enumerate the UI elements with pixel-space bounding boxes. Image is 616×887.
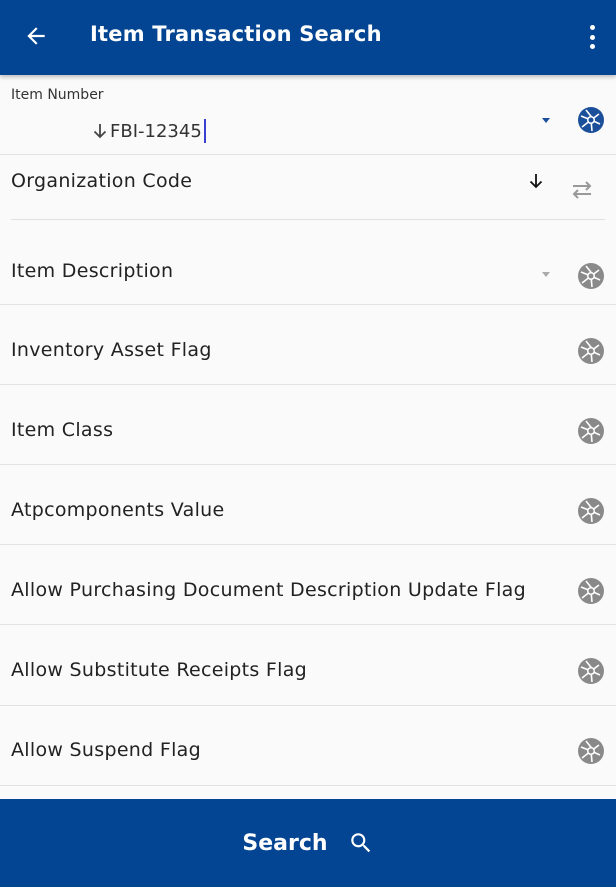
arrow-down-icon (93, 124, 107, 139)
atpcomponents-value-field[interactable]: Atpcomponents Value (0, 465, 616, 545)
allow-suspend-flag-label: Allow Suspend Flag (11, 739, 201, 761)
text-cursor (203, 119, 206, 143)
item-class-field[interactable]: Item Class (0, 385, 616, 465)
back-button[interactable] (22, 22, 50, 50)
search-form: Item Number FBI-12345 Organization Code … (0, 75, 616, 786)
item-number-input[interactable]: FBI-12345 (92, 119, 206, 143)
organization-code-field[interactable]: Organization Code Item Description (0, 155, 616, 305)
inventory-asset-flag-label: Inventory Asset Flag (11, 339, 212, 361)
allow-substitute-receipts-flag-scan-icon[interactable] (577, 657, 605, 685)
allow-suspend-flag-field[interactable]: Allow Suspend Flag (0, 706, 616, 786)
divider (11, 219, 605, 220)
item-description-dropdown-icon[interactable] (542, 272, 550, 277)
inventory-asset-flag-field[interactable]: Inventory Asset Flag (0, 305, 616, 385)
item-class-scan-icon[interactable] (577, 417, 605, 445)
inventory-asset-flag-scan-icon[interactable] (577, 337, 605, 365)
search-icon (350, 833, 370, 853)
allow-suspend-flag-scan-icon[interactable] (577, 737, 605, 765)
item-number-dropdown-icon[interactable] (542, 118, 550, 123)
allow-substitute-receipts-flag-field[interactable]: Allow Substitute Receipts Flag (0, 625, 616, 706)
item-description-scan-icon[interactable] (577, 262, 605, 290)
swap-icon[interactable] (569, 179, 595, 201)
search-button-label: Search (242, 830, 328, 856)
atpcomponents-value-label: Atpcomponents Value (11, 499, 225, 521)
arrow-down-icon (529, 174, 543, 189)
search-button[interactable]: Search (0, 799, 616, 887)
arrow-left-icon (27, 27, 45, 45)
allow-substitute-receipts-flag-label: Allow Substitute Receipts Flag (11, 659, 308, 681)
item-number-value: FBI-12345 (110, 120, 202, 142)
page-title: Item Transaction Search (90, 22, 382, 46)
allow-purchasing-doc-desc-update-flag-field[interactable]: Allow Purchasing Document Description Up… (0, 545, 616, 625)
item-class-label: Item Class (11, 419, 114, 441)
more-menu-button[interactable] (586, 22, 598, 52)
item-number-label: Item Number (11, 87, 104, 103)
organization-code-label: Organization Code (11, 170, 193, 192)
item-number-field[interactable]: Item Number FBI-12345 (0, 75, 616, 155)
atpcomponents-value-scan-icon[interactable] (577, 497, 605, 525)
allow-purchasing-doc-desc-update-flag-label: Allow Purchasing Document Description Up… (11, 579, 526, 601)
item-number-scan-icon[interactable] (577, 106, 605, 134)
allow-purchasing-doc-desc-update-flag-scan-icon[interactable] (577, 577, 605, 605)
app-bar: Item Transaction Search (0, 0, 616, 75)
item-description-label: Item Description (11, 260, 174, 282)
more-vert-icon (589, 25, 595, 30)
